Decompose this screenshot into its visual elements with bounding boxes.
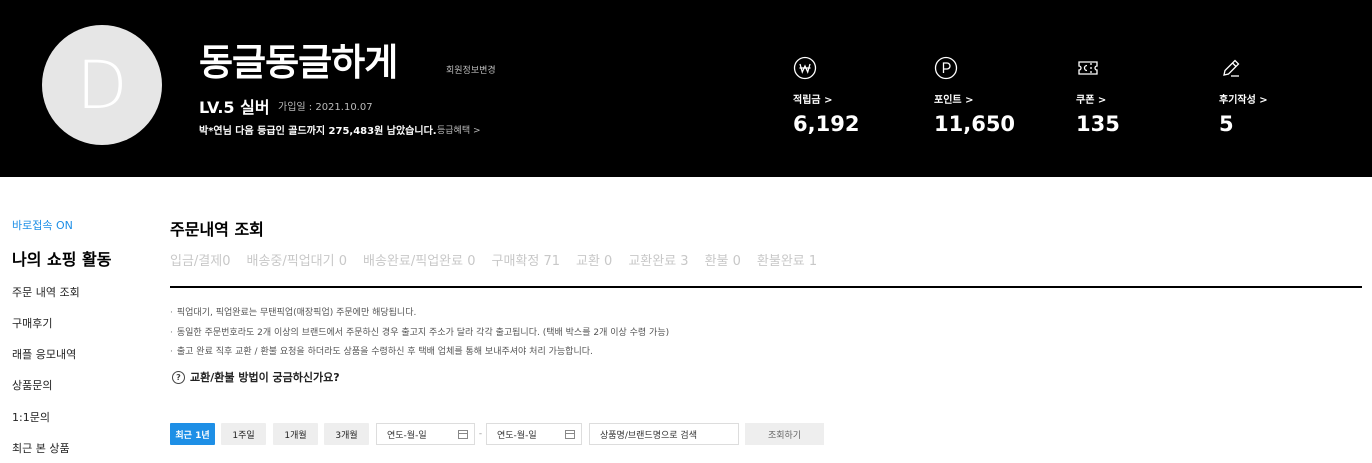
faq-text: 교환/환불 방법이 궁금하신가요? bbox=[190, 371, 340, 384]
order-status-tabs: 입금/결제0 배송중/픽업대기 0 배송완료/픽업완료 0 구매확정 71 교환… bbox=[170, 250, 817, 269]
calendar-icon bbox=[565, 429, 575, 439]
tab-exchange-done[interactable]: 교환완료 3 bbox=[628, 250, 688, 269]
stat-label: 후기작성 > bbox=[1219, 95, 1268, 106]
stat-label: 쿠폰 > bbox=[1076, 95, 1107, 106]
sidebar-item-recent-products[interactable]: 최근 본 상품 bbox=[12, 440, 70, 456]
stat-reserve[interactable]: 적립금 > 6,192 bbox=[793, 56, 913, 136]
quick-access-toggle[interactable]: 바로접속 ON bbox=[12, 217, 73, 233]
profile-header: D 동글동글하게 회원정보변경 LV.5 실버 가입일 : 2021.10.07… bbox=[0, 0, 1372, 177]
grade-message: 박*연님 다음 등급인 골드까지 275,483원 남았습니다. bbox=[199, 126, 437, 137]
page-title: 주문내역 조회 bbox=[170, 220, 264, 239]
tab-refund-done[interactable]: 환불완료 1 bbox=[757, 250, 817, 269]
stat-value: 5 bbox=[1219, 112, 1234, 136]
grade-benefit-link[interactable]: 등급혜택 > bbox=[437, 123, 481, 136]
sidebar-title: 나의 쇼핑 활동 bbox=[12, 250, 112, 269]
question-circle-icon: ? bbox=[172, 370, 185, 384]
join-date: 가입일 : 2021.10.07 bbox=[278, 102, 373, 113]
notice-item: 동일한 주문번호라도 2개 이상의 브랜드에서 주문하신 경우 출고지 주소가 … bbox=[170, 324, 669, 344]
stat-value: 11,650 bbox=[934, 112, 1016, 136]
search-input[interactable]: 상품명/브랜드명으로 검색 bbox=[589, 423, 739, 445]
edit-profile-link[interactable]: 회원정보변경 bbox=[446, 63, 496, 76]
notice-item: 출고 완료 직후 교환 / 환불 요청을 하더라도 상품을 수령하신 후 택배 … bbox=[170, 343, 669, 363]
search-button[interactable]: 조회하기 bbox=[745, 423, 824, 445]
tab-exchange[interactable]: 교환 0 bbox=[576, 250, 612, 269]
stat-coupons[interactable]: 쿠폰 > 135 bbox=[1076, 56, 1196, 136]
stat-value: 6,192 bbox=[793, 112, 860, 136]
stat-label: 포인트 > bbox=[934, 95, 974, 106]
stat-value: 135 bbox=[1076, 112, 1120, 136]
sidebar-item-product-inquiry[interactable]: 상품문의 bbox=[12, 377, 52, 393]
date-separator: - bbox=[478, 429, 483, 439]
tab-shipping[interactable]: 배송중/픽업대기 0 bbox=[247, 250, 348, 269]
point-coin-icon bbox=[934, 56, 958, 80]
sidebar-item-order-history[interactable]: 주문 내역 조회 bbox=[12, 284, 80, 300]
won-coin-icon bbox=[793, 56, 817, 80]
period-1-week-button[interactable]: 1주일 bbox=[221, 423, 266, 445]
exchange-refund-faq-link[interactable]: ? 교환/환불 방법이 궁금하신가요? bbox=[172, 369, 340, 385]
tab-refund[interactable]: 환불 0 bbox=[705, 250, 741, 269]
sidebar-item-raffle[interactable]: 래플 응모내역 bbox=[12, 346, 76, 362]
tab-payment[interactable]: 입금/결제0 bbox=[170, 250, 231, 269]
coupon-ticket-icon bbox=[1078, 61, 1098, 75]
calendar-icon bbox=[458, 429, 468, 439]
stat-points[interactable]: 포인트 > 11,650 bbox=[934, 56, 1054, 136]
period-3-months-button[interactable]: 3개월 bbox=[324, 423, 369, 445]
tab-delivered[interactable]: 배송완료/픽업완료 0 bbox=[363, 250, 475, 269]
stat-label: 적립금 > bbox=[793, 95, 833, 106]
sidebar-item-reviews[interactable]: 구매후기 bbox=[12, 315, 52, 331]
notice-list: 픽업대기, 픽업완료는 무탠픽업(매장픽업) 주문에만 해당됩니다. 동일한 주… bbox=[170, 304, 669, 363]
period-1-month-button[interactable]: 1개월 bbox=[273, 423, 318, 445]
nickname: 동글동글하게 bbox=[199, 41, 398, 84]
end-date-field[interactable]: 연도-월-일 bbox=[486, 423, 582, 445]
member-level: LV.5 실버 bbox=[199, 98, 270, 117]
start-date-field[interactable]: 연도-월-일 bbox=[376, 423, 475, 445]
notice-item: 픽업대기, 픽업완료는 무탠픽업(매장픽업) 주문에만 해당됩니다. bbox=[170, 304, 669, 324]
avatar[interactable]: D bbox=[42, 25, 162, 145]
sidebar-item-one-to-one[interactable]: 1:1문의 bbox=[12, 409, 50, 425]
end-date-placeholder: 연도-월-일 bbox=[497, 430, 537, 441]
tab-confirmed[interactable]: 구매확정 71 bbox=[491, 250, 560, 269]
pencil-icon bbox=[1223, 59, 1240, 77]
divider bbox=[170, 286, 1362, 288]
stat-reviews[interactable]: 후기작성 > 5 bbox=[1219, 56, 1339, 136]
period-1-year-button[interactable]: 최근 1년 bbox=[170, 423, 215, 445]
start-date-placeholder: 연도-월-일 bbox=[387, 430, 427, 441]
